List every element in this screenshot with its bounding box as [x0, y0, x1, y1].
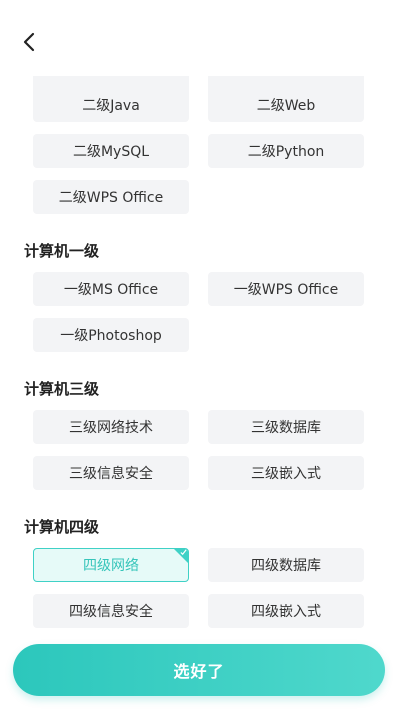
chevron-left-icon: [23, 32, 35, 52]
section-title: 计算机四级: [24, 518, 100, 536]
back-button[interactable]: [16, 28, 44, 56]
exam-chip-selected[interactable]: 四级网络: [33, 548, 189, 582]
exam-chip[interactable]: 一级Photoshop: [33, 318, 189, 352]
exam-chip[interactable]: 一级WPS Office: [208, 272, 364, 306]
section-title: 计算机一级: [24, 242, 100, 260]
exam-chip[interactable]: 三级网络技术: [33, 410, 189, 444]
section-title: 计算机三级: [24, 380, 100, 398]
chip-label: 四级网络: [83, 558, 139, 574]
exam-chip[interactable]: 三级嵌入式: [208, 456, 364, 490]
exam-chip[interactable]: 四级信息安全: [33, 594, 189, 628]
exam-chip[interactable]: 三级信息安全: [33, 456, 189, 490]
confirm-button[interactable]: 选好了: [13, 644, 385, 696]
exam-chip[interactable]: 四级嵌入式: [208, 594, 364, 628]
exam-chip[interactable]: 二级Java: [33, 88, 189, 122]
exam-chip[interactable]: 三级数据库: [208, 410, 364, 444]
exam-list[interactable]: 二级Java 二级Web 二级MySQL 二级Python 二级WPS Offi…: [0, 76, 400, 636]
cut-off-row: [0, 76, 400, 94]
exam-chip[interactable]: 二级Web: [208, 88, 364, 122]
check-icon: [180, 549, 187, 556]
exam-chip[interactable]: 二级WPS Office: [33, 180, 189, 214]
exam-chip[interactable]: 二级Python: [208, 134, 364, 168]
exam-chip[interactable]: 一级MS Office: [33, 272, 189, 306]
top-bar: [0, 0, 400, 76]
exam-chip[interactable]: 二级MySQL: [33, 134, 189, 168]
exam-chip[interactable]: 四级数据库: [208, 548, 364, 582]
